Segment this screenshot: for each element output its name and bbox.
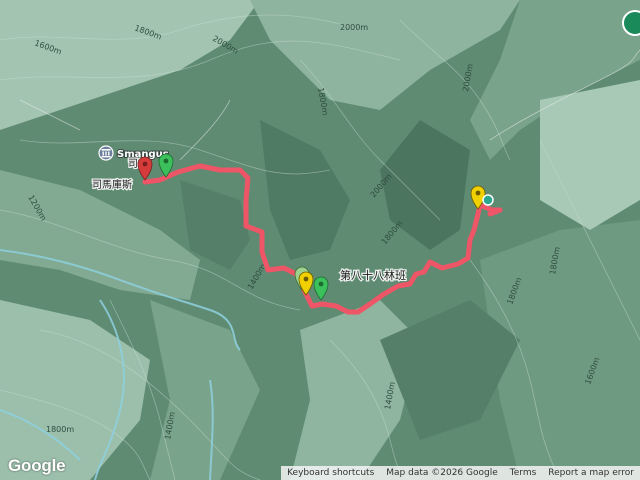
contour-label: 1800m — [46, 425, 74, 434]
contour-label: 2000m — [340, 23, 368, 32]
report-error-link[interactable]: Report a map error — [542, 466, 640, 480]
keyboard-shortcuts-link[interactable]: Keyboard shortcuts — [281, 466, 380, 480]
terrain-relief — [0, 0, 640, 480]
map-footer: Keyboard shortcuts Map data ©2026 Google… — [281, 466, 640, 480]
forest-section-label: 第八十八林班 — [340, 268, 406, 282]
terms-link[interactable]: Terms — [504, 466, 543, 480]
village-name-zh: 司馬庫斯 — [92, 178, 132, 191]
google-logo: Google — [8, 456, 66, 475]
museum-icon — [101, 149, 111, 158]
topographic-map[interactable]: 1600m 1800m 2000m 2000m 1800m 2000m 1800… — [0, 0, 640, 480]
endpoint-icon[interactable] — [482, 194, 494, 206]
map-data-attribution: Map data ©2026 Google — [386, 468, 498, 478]
